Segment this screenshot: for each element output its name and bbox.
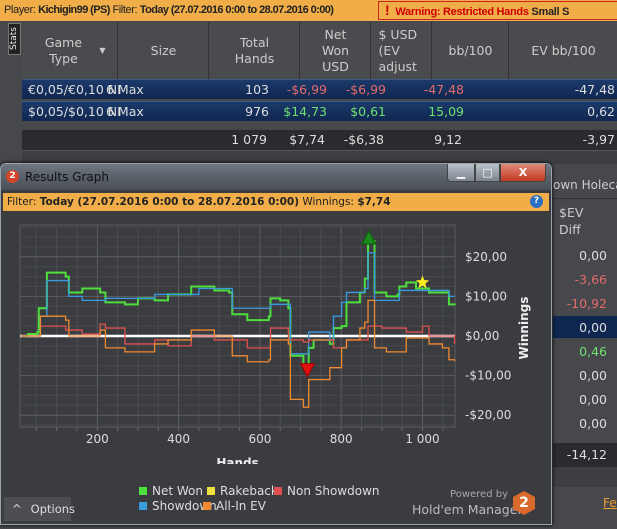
col-bb100[interactable]: bb/100 [433, 22, 509, 80]
y-axis-label: Winnings [517, 297, 531, 360]
ev-diff-value: -10,92 [566, 296, 607, 311]
col-game-type[interactable]: Game Type ▼ [22, 22, 118, 80]
ev-diff-value: 0,00 [579, 320, 607, 335]
cell-bb: 15,09 [428, 104, 464, 119]
col-label: EV bb/100 [531, 43, 596, 58]
caret-up-icon: ^ [12, 502, 22, 516]
legend-label: Rakeback [220, 484, 278, 498]
restricted-hands-warning[interactable]: ! Warning: Restricted Hands Small S [378, 1, 617, 20]
ev-diff-value: 0,00 [579, 248, 607, 263]
feedback-link[interactable]: Fe [603, 496, 617, 510]
cell-evbb: -47,48 [574, 82, 615, 97]
x-tick-label: 200 [86, 432, 109, 446]
total-net: $7,74 [289, 132, 325, 147]
x-tick-label: 400 [167, 432, 190, 446]
horizontal-scrollbar[interactable] [22, 150, 617, 164]
total-hands: 1 079 [231, 132, 267, 147]
y-tick-label: -$20,00 [465, 408, 511, 422]
brand-name: Hold'em Manager [412, 502, 523, 517]
ev-diff-value: -3,66 [574, 272, 607, 287]
ev-diff-value: 0,00 [579, 416, 607, 431]
results-graph-window: 2 Results Graph ▁ □ X Filter: Today (27.… [0, 163, 552, 525]
col-label: Size [150, 43, 177, 58]
cell-net: -$6,99 [286, 82, 327, 97]
legend-swatch [274, 487, 282, 495]
cell-ev: $0,61 [350, 104, 386, 119]
column-group-header: own Holeca [553, 178, 617, 192]
total-bb: 9,12 [434, 132, 462, 147]
col-label: $ USD (EV adjust [378, 27, 418, 74]
col-ev-bb100[interactable]: EV bb/100 [510, 22, 617, 80]
cell-bb: -47,48 [423, 82, 464, 97]
ev-diff-value: 0,46 [579, 344, 607, 359]
powered-by-text: Powered by [450, 489, 508, 500]
cell-hands: 976 [245, 104, 269, 119]
ev-diff-value: 0,00 [579, 368, 607, 383]
x-tick-label: 800 [330, 432, 353, 446]
results-chart: 200 400 600 800 1 000 $20,00 $10,00 $0,00 -$10,0… [19, 224, 531, 464]
y-tick-label: $10,00 [465, 289, 507, 303]
legend-allin-ev[interactable]: All-In EV [203, 499, 266, 513]
x-tick-label: 600 [248, 432, 271, 446]
x-axis-label: Hands [216, 456, 258, 464]
cell-net: $14,73 [283, 104, 327, 119]
total-ev: -$6,38 [343, 132, 384, 147]
legend-label: Non Showdown [287, 484, 380, 498]
filter-value: Today (27.07.2016 0:00 to 28.07.2016 0:0… [139, 4, 334, 16]
total-evbb: -3,97 [582, 132, 615, 147]
cell-size: 6 Max [106, 104, 144, 119]
right-stats-panel: own Holeca $EV Diff 0,00 -3,66 -10,92 0,… [553, 170, 617, 529]
y-tick-label: $0,00 [465, 329, 499, 343]
warning-text: Warning: Restricted Hands [395, 6, 529, 18]
x-tick-label: 1 000 [405, 432, 439, 446]
cell-hands: 103 [245, 82, 269, 97]
filter-label: Filter: [112, 4, 138, 16]
col-label: Total Hands [234, 35, 275, 66]
col-size[interactable]: Size [119, 22, 209, 80]
col-ev-diff[interactable]: $EV Diff [559, 204, 599, 238]
table-row[interactable]: €0,05/€0,10 NI 6 Max 103 -$6,99 -$6,99 -… [22, 79, 617, 99]
legend-label: All-In EV [216, 499, 266, 513]
table-row[interactable]: $0,05/$0,10 NI 6 Max 976 $14,73 $0,61 15… [22, 101, 617, 121]
legend-swatch [139, 487, 147, 495]
cell-ev: -$6,99 [345, 82, 386, 97]
col-label: bb/100 [448, 43, 493, 58]
stats-tab[interactable]: Stats [8, 23, 21, 55]
player-label: Player: [4, 4, 36, 16]
player-name: Kichigin99 (PS) [38, 4, 110, 16]
legend-net-won[interactable]: Net Won [139, 484, 203, 498]
ev-diff-total: -14,12 [566, 447, 607, 462]
col-label: Game Type [44, 35, 83, 66]
y-tick-label: $20,00 [465, 250, 507, 264]
legend-rakeback[interactable]: Rakeback [207, 484, 278, 498]
col-label: Net Won USD [321, 27, 350, 74]
legend-swatch [139, 502, 147, 510]
y-tick-label: -$10,00 [465, 369, 511, 383]
options-label: Options [30, 502, 76, 516]
col-ev-adjusted[interactable]: $ USD (EV adjust [372, 22, 432, 80]
cell-evbb: 0,62 [587, 104, 615, 119]
col-net-won[interactable]: Net Won USD [301, 22, 371, 80]
ev-diff-value: 0,00 [579, 392, 607, 407]
sort-desc-icon: ▼ [99, 46, 106, 55]
totals-row: 1 079 $7,74 -$6,38 9,12 -3,97 [22, 130, 617, 150]
legend-non-showdown[interactable]: Non Showdown [274, 484, 380, 498]
options-toggle-button[interactable]: ^ Options [4, 497, 75, 521]
warning-tail: Small S [531, 6, 570, 18]
legend-swatch [207, 487, 215, 495]
warning-icon: ! [385, 2, 390, 18]
cell-size: 6 Max [106, 82, 144, 97]
legend-label: Net Won [152, 484, 203, 498]
filter-status-bar: Player: Kichigin99 (PS) Filter: Today (2… [0, 0, 617, 21]
table-header: Game Type ▼ Size Total Hands Net Won USD … [22, 22, 617, 80]
legend-swatch [203, 502, 211, 510]
col-total-hands[interactable]: Total Hands [210, 22, 300, 80]
